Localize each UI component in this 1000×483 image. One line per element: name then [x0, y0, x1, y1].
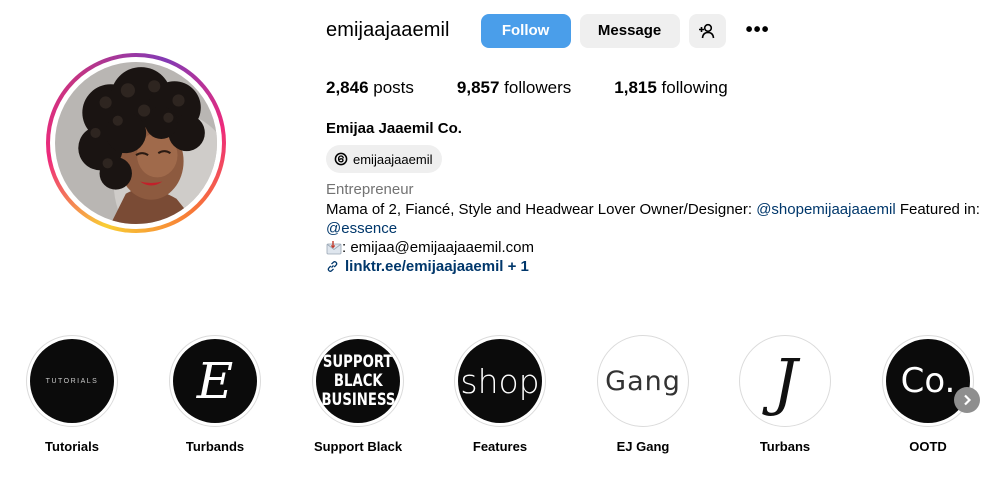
highlight-features[interactable]: shop Features [435, 335, 565, 454]
highlight-cover-text: J [772, 344, 798, 418]
highlight-tutorials[interactable]: TUTORIALS Tutorials [7, 335, 137, 454]
bio-email-line: : emijaa@emijaajaaemil.com [326, 239, 534, 256]
username: emijaajaaemil [326, 19, 450, 41]
highlight-cover: Gang [601, 339, 685, 423]
highlight-ring: TUTORIALS [26, 335, 118, 427]
highlight-cover: E [173, 339, 257, 423]
highlight-cover-line: BUSINESS [320, 389, 396, 410]
following-count: 1,815 [614, 78, 657, 97]
highlight-ring: SUPPORT BLACK BUSINESS [312, 335, 404, 427]
posts-stat: 2,846 posts [326, 78, 414, 98]
profile-avatar-ring[interactable] [46, 53, 226, 233]
highlight-cover: J [743, 339, 827, 423]
link-icon [327, 261, 338, 272]
highlight-ring: shop [454, 335, 546, 427]
bio-email: emijaa@emijaajaaemil.com [350, 239, 534, 256]
profile-avatar-border [50, 57, 222, 229]
highlight-cover-line: BLACK [333, 370, 383, 391]
followers-stat[interactable]: 9,857 followers [457, 78, 571, 98]
highlight-label: Support Black [313, 439, 403, 454]
following-label: following [656, 78, 728, 97]
profile-category: Entrepreneur [326, 181, 414, 198]
highlight-cover: SUPPORT BLACK BUSINESS [316, 339, 400, 423]
bio-mention-shop[interactable]: @shopemijaajaaemil [756, 201, 895, 218]
highlight-ring: Co. [882, 335, 974, 427]
highlight-cover: TUTORIALS [30, 339, 114, 423]
add-person-icon [699, 23, 715, 38]
highlight-ring: Gang [597, 335, 689, 427]
highlight-ring: J [739, 335, 831, 427]
highlight-cover-text: Gang [605, 365, 681, 397]
highlight-label: Turbans [759, 439, 811, 454]
highlight-turbans[interactable]: J Turbans [720, 335, 850, 454]
highlight-cover-text: shop [460, 361, 540, 401]
chevron-right-icon [964, 394, 972, 406]
bio-text: Mama of 2, Fiancé, Style and Headwear Lo… [326, 201, 757, 218]
profile-avatar [55, 62, 217, 224]
highlight-ej-gang[interactable]: Gang EJ Gang [578, 335, 708, 454]
suggest-accounts-button[interactable] [688, 13, 726, 48]
highlight-cover-line: SUPPORT [323, 351, 393, 372]
bio-mention-essence[interactable]: @essence [326, 220, 397, 237]
highlight-turbands[interactable]: E Turbands [150, 335, 280, 454]
highlight-cover-text: TUTORIALS [45, 377, 99, 385]
highlight-cover-text: E [196, 352, 234, 410]
profile-stats: 2,846 posts 9,857 followers 1,815 follow… [326, 78, 771, 98]
highlight-cover-text: Co. [900, 361, 956, 401]
highlight-label: Turbands [185, 439, 245, 454]
story-highlights: TUTORIALS Tutorials E Turbands SUPPORT B… [0, 335, 1000, 465]
full-name: Emijaa Jaaemil Co. [326, 120, 462, 137]
email-prefix: : [342, 239, 351, 256]
highlight-label: EJ Gang [616, 439, 670, 454]
highlight-support-black[interactable]: SUPPORT BLACK BUSINESS Support Black [293, 335, 423, 454]
followers-label: followers [499, 78, 572, 97]
highlight-label: Features [472, 439, 528, 454]
following-stat[interactable]: 1,815 following [614, 78, 727, 98]
highlight-ring: E [169, 335, 261, 427]
message-button[interactable]: Message [579, 13, 680, 48]
threads-icon [334, 152, 348, 166]
follow-button[interactable]: Follow [480, 13, 571, 48]
highlight-label: Tutorials [45, 439, 99, 454]
profile-bio: Mama of 2, Fiancé, Style and Headwear Lo… [326, 200, 986, 238]
bio-link[interactable]: linktr.ee/emijaajaaemil + 1 [326, 258, 529, 275]
highlights-next-button[interactable] [954, 387, 980, 413]
profile-header: emijaajaaemil Follow Message ••• [326, 13, 776, 48]
threads-handle: emijaajaaemil [353, 151, 433, 167]
followers-count: 9,857 [456, 78, 500, 97]
posts-label: posts [368, 78, 414, 97]
highlight-label: OOTD [909, 439, 947, 454]
threads-badge[interactable]: emijaajaaemil [326, 145, 443, 173]
more-options-icon[interactable]: ••• [740, 14, 776, 48]
highlight-cover: shop [458, 339, 542, 423]
highlight-cover: Co. [886, 339, 970, 423]
posts-count: 2,846 [326, 78, 369, 97]
envelope-icon [326, 240, 342, 254]
bio-text-featured: Featured in: [895, 201, 980, 218]
bio-link-text: linktr.ee/emijaajaaemil + 1 [345, 258, 529, 275]
